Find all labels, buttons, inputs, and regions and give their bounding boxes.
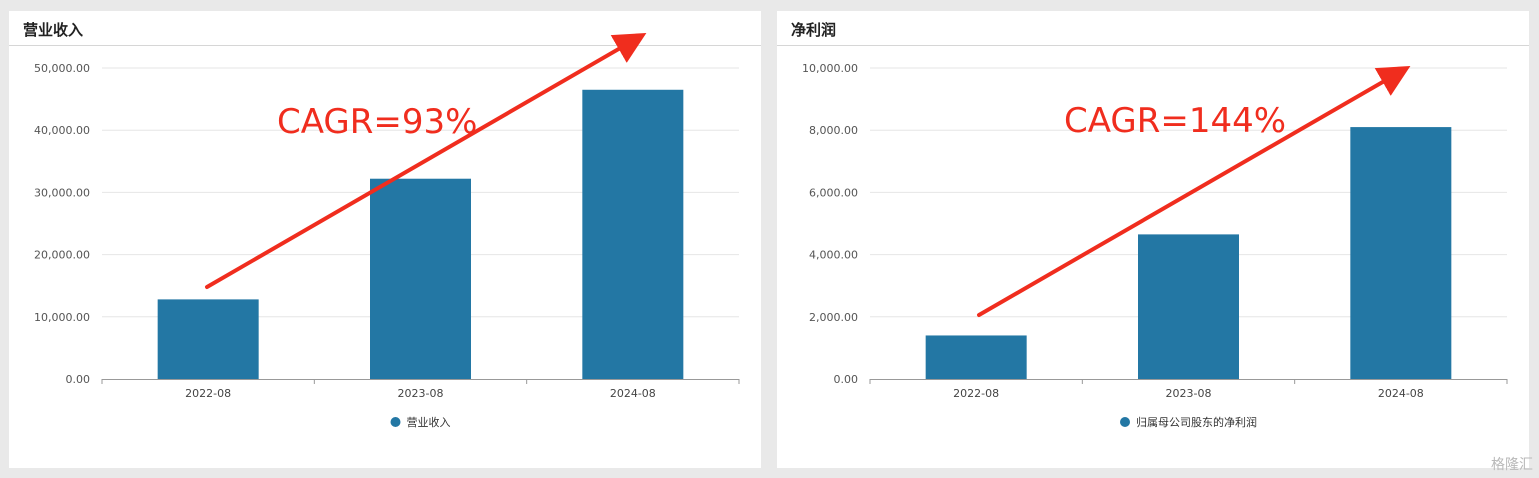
- x-tick-label: 2022-08: [185, 387, 231, 400]
- cagr-annotation: CAGR=93%: [277, 102, 477, 142]
- y-tick-label: 4,000.00: [809, 249, 858, 262]
- y-tick-label: 8,000.00: [809, 124, 858, 137]
- x-tick-label: 2024-08: [1378, 387, 1424, 400]
- legend-marker: [1120, 417, 1130, 427]
- watermark-logo: 格隆汇: [1491, 457, 1533, 473]
- bar: [1350, 127, 1452, 379]
- x-tick-label: 2023-08: [398, 387, 444, 400]
- bar: [1138, 234, 1239, 379]
- legend-label: 营业收入: [407, 415, 451, 429]
- y-tick-label: 0.00: [834, 373, 859, 386]
- net-profit-chart-panel: 净利润 0.00 2,000.00 4,000.00 6,000.00 8,000.00…: [777, 11, 1529, 468]
- y-tick-label: 50,000.00: [34, 62, 90, 75]
- y-tick-label: 20,000.00: [34, 249, 90, 262]
- cagr-annotation: CAGR=144%: [1064, 101, 1286, 141]
- y-tick-label: 0.00: [66, 373, 91, 386]
- y-tick-label: 10,000.00: [802, 62, 858, 75]
- revenue-chart: 0.00 10,000.00 20,000.00 30,000.00 40,000.00…: [34, 32, 740, 429]
- x-tick-label: 2024-08: [610, 387, 656, 400]
- y-tick-label: 6,000.00: [809, 186, 858, 199]
- revenue-chart-panel: 营业收入 0.00 10,000.00 20,000.00 30,000.00 40,0…: [9, 11, 761, 468]
- legend-label: 归属母公司股东的净利润: [1136, 415, 1257, 429]
- bar: [370, 178, 471, 379]
- y-tick-label: 40,000.00: [34, 124, 90, 137]
- y-tick-label: 30,000.00: [34, 186, 90, 199]
- x-tick-label: 2022-08: [953, 387, 999, 400]
- x-tick-label: 2023-08: [1166, 387, 1212, 400]
- net-profit-chart: 0.00 2,000.00 4,000.00 6,000.00 8,000.00 10,0…: [802, 62, 1508, 429]
- bar: [925, 335, 1027, 379]
- y-tick-label: 10,000.00: [34, 311, 90, 324]
- bar: [582, 89, 684, 380]
- y-tick-label: 2,000.00: [809, 311, 858, 324]
- legend-marker: [390, 417, 401, 427]
- bar: [157, 299, 259, 379]
